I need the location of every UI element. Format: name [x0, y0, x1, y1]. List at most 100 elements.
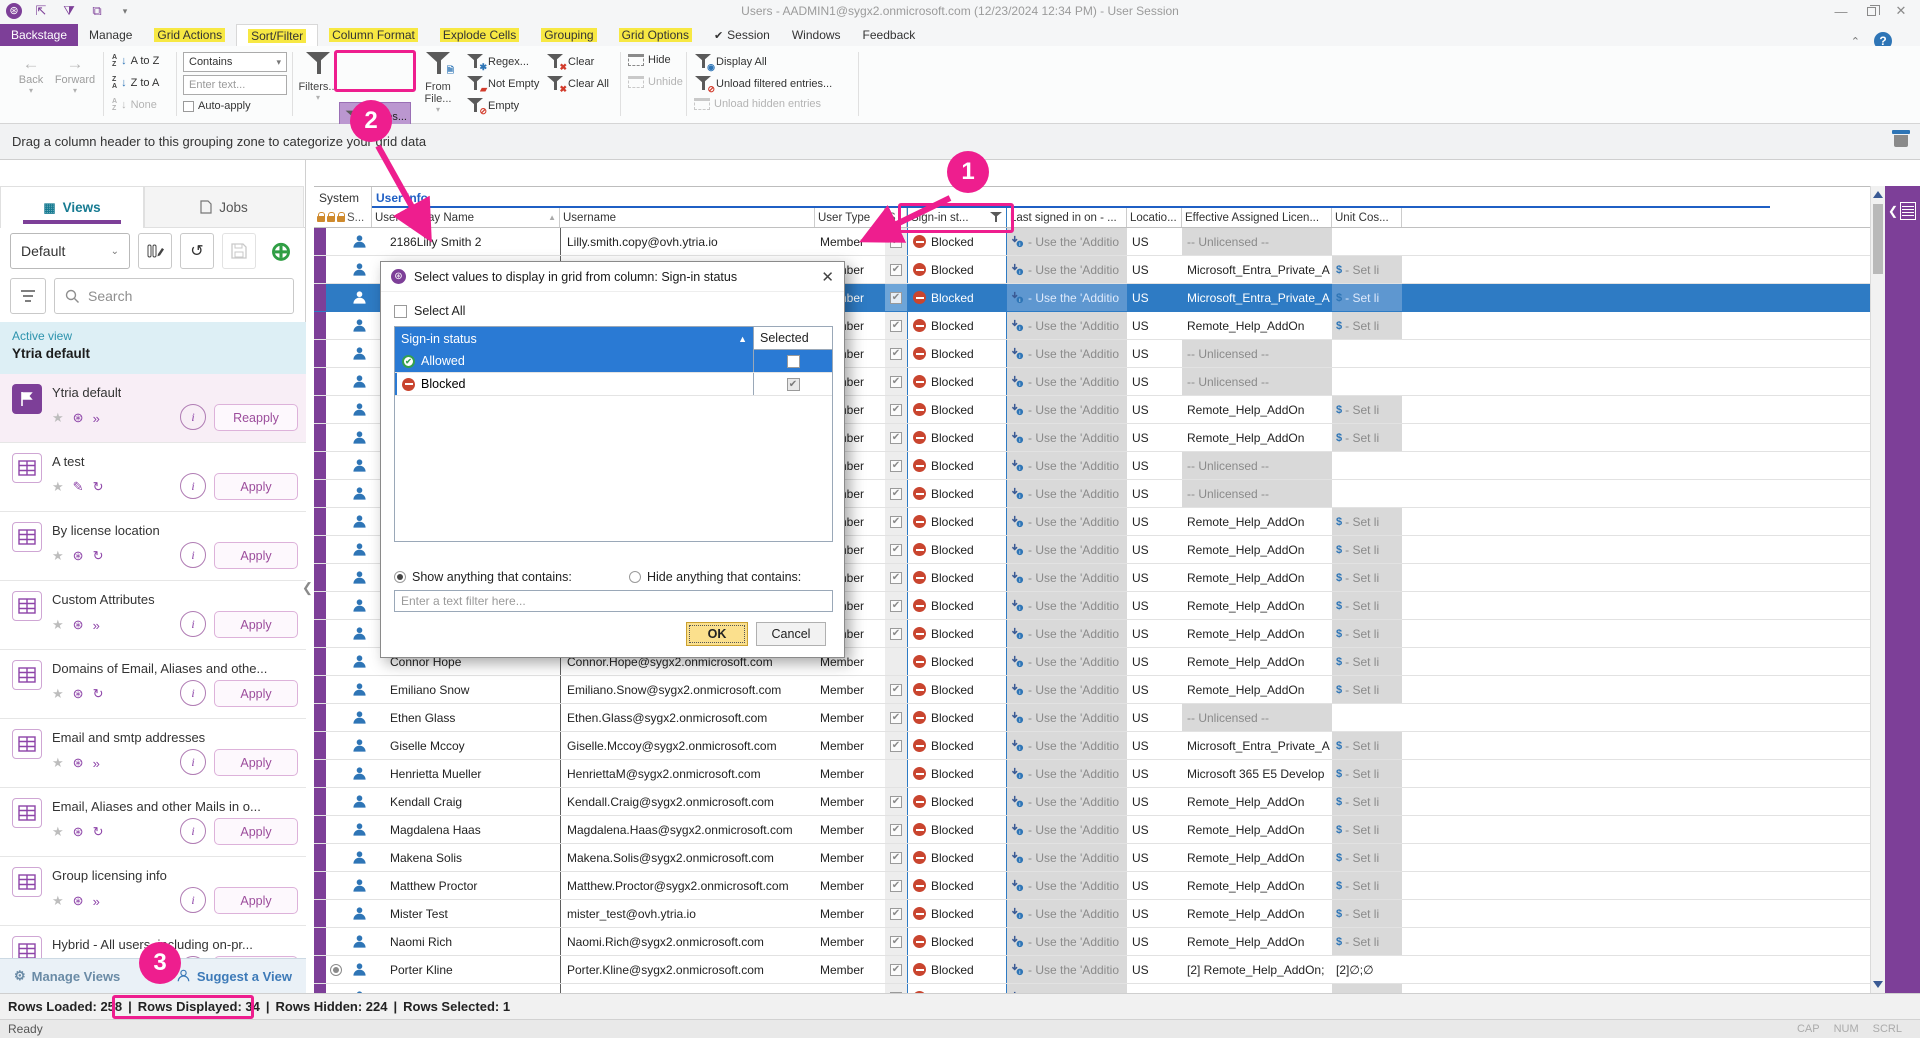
cell-location[interactable]: US: [1127, 788, 1182, 815]
cell-checkbox[interactable]: ✔: [885, 256, 907, 283]
row-handle[interactable]: [314, 228, 326, 255]
dialog-selected-cell[interactable]: ✔: [753, 373, 832, 395]
cell-username[interactable]: Porter.Kline@sygx2.onmicrosoft.com: [560, 956, 815, 983]
cell-user-type[interactable]: Member: [815, 704, 885, 731]
sidebar-collapse-chevron[interactable]: ❮: [302, 580, 313, 596]
unload-filtered-button[interactable]: ⊘Unload filtered entries...: [694, 76, 832, 92]
row-handle[interactable]: [314, 620, 326, 647]
cell-signin-status[interactable]: Blocked: [907, 452, 1007, 479]
scrollbar-thumb[interactable]: [1873, 204, 1883, 274]
cell-checkbox[interactable]: ✔: [885, 676, 907, 703]
row-handle[interactable]: [314, 452, 326, 479]
row-handle[interactable]: [314, 396, 326, 423]
cell-checkbox[interactable]: ✔: [885, 284, 907, 311]
cell-location[interactable]: US: [1127, 648, 1182, 675]
cell-user-type[interactable]: Member: [815, 844, 885, 871]
tab-windows[interactable]: Windows: [781, 24, 852, 46]
from-file-button[interactable]: 🗎 From File... ▾: [414, 52, 462, 114]
cell-location[interactable]: US: [1127, 452, 1182, 479]
cell-license[interactable]: Remote_Help_AddOn: [1182, 536, 1332, 563]
view-item-custom-attributes[interactable]: Custom Attributes★⊛»iApply: [0, 581, 306, 650]
cell-checkbox[interactable]: ✔: [885, 592, 907, 619]
cell-location[interactable]: US: [1127, 312, 1182, 339]
view-info-button[interactable]: i: [180, 887, 206, 913]
cell-last-signed-in[interactable]: i- Use the 'Additio: [1007, 872, 1127, 899]
cell-unit-cost[interactable]: $- Set li: [1332, 312, 1402, 339]
cell-signin-status[interactable]: Blocked: [907, 872, 1007, 899]
cell-unit-cost[interactable]: $- Set li: [1332, 396, 1402, 423]
cell-display-name[interactable]: 2186Lilly Smith 2: [372, 228, 560, 255]
table-row-porter-kline[interactable]: Porter KlinePorter.Kline@sygx2.onmicroso…: [314, 956, 1870, 984]
view-info-button[interactable]: i: [180, 749, 206, 775]
row-handle[interactable]: [314, 984, 326, 993]
cell-display-name[interactable]: [372, 984, 560, 993]
cell-location[interactable]: US: [1127, 564, 1182, 591]
back-button[interactable]: ←Back▾: [12, 54, 50, 95]
view-item-ytria-default[interactable]: Ytria default★⊛»iReapply: [0, 374, 306, 443]
cell-unit-cost[interactable]: [1332, 368, 1402, 395]
cell-unit-cost[interactable]: $- Set li: [1332, 256, 1402, 283]
select-all-checkbox[interactable]: Select All: [394, 304, 465, 318]
row-handle[interactable]: [314, 340, 326, 367]
cell-signin-status[interactable]: Blocked: [907, 480, 1007, 507]
cell-checkbox[interactable]: [885, 648, 907, 675]
column-header-signin-status[interactable]: Sign-in st...: [907, 208, 1007, 227]
cell-last-signed-in[interactable]: i- Use the 'Additio: [1007, 760, 1127, 787]
cell-user-type[interactable]: Member: [815, 872, 885, 899]
cell-signin-status[interactable]: Blocked: [907, 536, 1007, 563]
cell-last-signed-in[interactable]: i- Use the 'Additio: [1007, 340, 1127, 367]
cell-last-signed-in[interactable]: i- Use the 'Additio: [1007, 844, 1127, 871]
system-locks-header[interactable]: S...: [314, 208, 372, 227]
cell-license[interactable]: -- Unlicensed --: [1182, 228, 1332, 255]
tab-session[interactable]: ✔Session: [703, 24, 781, 46]
cell-location[interactable]: US: [1127, 704, 1182, 731]
cell-license[interactable]: -- Unlicensed --: [1182, 368, 1332, 395]
column-header-unit-cost[interactable]: Unit Cos...: [1332, 208, 1402, 227]
suggest-view-button[interactable]: Suggest a View: [176, 969, 292, 984]
cell-location[interactable]: US: [1127, 984, 1182, 993]
trash-icon[interactable]: [1892, 130, 1910, 148]
view-info-button[interactable]: i: [180, 542, 206, 568]
row-handle[interactable]: [314, 480, 326, 507]
cell-license[interactable]: Microsoft 365 E5 Develop: [1182, 760, 1332, 787]
tab-grid-actions[interactable]: Grid Actions: [143, 24, 236, 46]
cell-username[interactable]: Ethen.Glass@sygx2.onmicrosoft.com: [560, 704, 815, 731]
cell-display-name[interactable]: Kendall Craig: [372, 788, 560, 815]
cell-checkbox[interactable]: ✔: [885, 452, 907, 479]
cell-display-name[interactable]: Mister Test: [372, 900, 560, 927]
row-handle[interactable]: [314, 900, 326, 927]
cell-unit-cost[interactable]: $- Set li: [1332, 844, 1402, 871]
row-handle[interactable]: [314, 508, 326, 535]
apply-view-button[interactable]: Apply: [214, 542, 298, 569]
cell-location[interactable]: US: [1127, 340, 1182, 367]
not-empty-filter-button[interactable]: ▰Not Empty: [466, 76, 539, 92]
cell-signin-status[interactable]: Blocked: [907, 956, 1007, 983]
filter-check-icon[interactable]: ⧩: [60, 2, 78, 20]
table-row-naomi-rich[interactable]: Naomi RichNaomi.Rich@sygx2.onmicrosoft.c…: [314, 928, 1870, 956]
cell-license[interactable]: Remote_Help_AddOn: [1182, 592, 1332, 619]
view-item-domains-of-email-aliases-and-o[interactable]: Domains of Email, Aliases and othe...★⊛↻…: [0, 650, 306, 719]
cell-signin-status[interactable]: Blocked: [907, 844, 1007, 871]
cell-license[interactable]: Remote_Help_AddOn: [1182, 816, 1332, 843]
table-row-kendall-craig[interactable]: Kendall CraigKendall.Craig@sygx2.onmicro…: [314, 788, 1870, 816]
cell-signin-status[interactable]: Blocked: [907, 368, 1007, 395]
cell-license[interactable]: Remote_Help_AddOn: [1182, 872, 1332, 899]
manage-views-button[interactable]: ⚙Manage Views: [14, 968, 120, 984]
column-header-location[interactable]: Locatio...: [1127, 208, 1182, 227]
cell-checkbox[interactable]: ✔: [885, 424, 907, 451]
cell-license[interactable]: Microsoft_Entra_Private_A: [1182, 256, 1332, 283]
dialog-text-filter-input[interactable]: Enter a text filter here...: [394, 590, 833, 612]
table-row-ethen-glass[interactable]: Ethen GlassEthen.Glass@sygx2.onmicrosoft…: [314, 704, 1870, 732]
empty-filter-button[interactable]: ⊘Empty: [466, 98, 519, 114]
cell-unit-cost[interactable]: $- Set li: [1332, 816, 1402, 843]
cell-signin-status[interactable]: Blocked: [907, 732, 1007, 759]
cell-username[interactable]: Emiliano.Snow@sygx2.onmicrosoft.com: [560, 676, 815, 703]
table-row-emiliano-snow[interactable]: Emiliano SnowEmiliano.Snow@sygx2.onmicro…: [314, 676, 1870, 704]
cell-display-name[interactable]: Porter Kline: [372, 956, 560, 983]
restore-button[interactable]: [1856, 0, 1886, 22]
table-row-magdalena-haas[interactable]: Magdalena HaasMagdalena.Haas@sygx2.onmic…: [314, 816, 1870, 844]
cell-signin-status[interactable]: Blocked: [907, 620, 1007, 647]
cell-unit-cost[interactable]: $- Set li: [1332, 564, 1402, 591]
vertical-scrollbar[interactable]: [1870, 186, 1885, 993]
cell-unit-cost[interactable]: $- Set li: [1332, 788, 1402, 815]
